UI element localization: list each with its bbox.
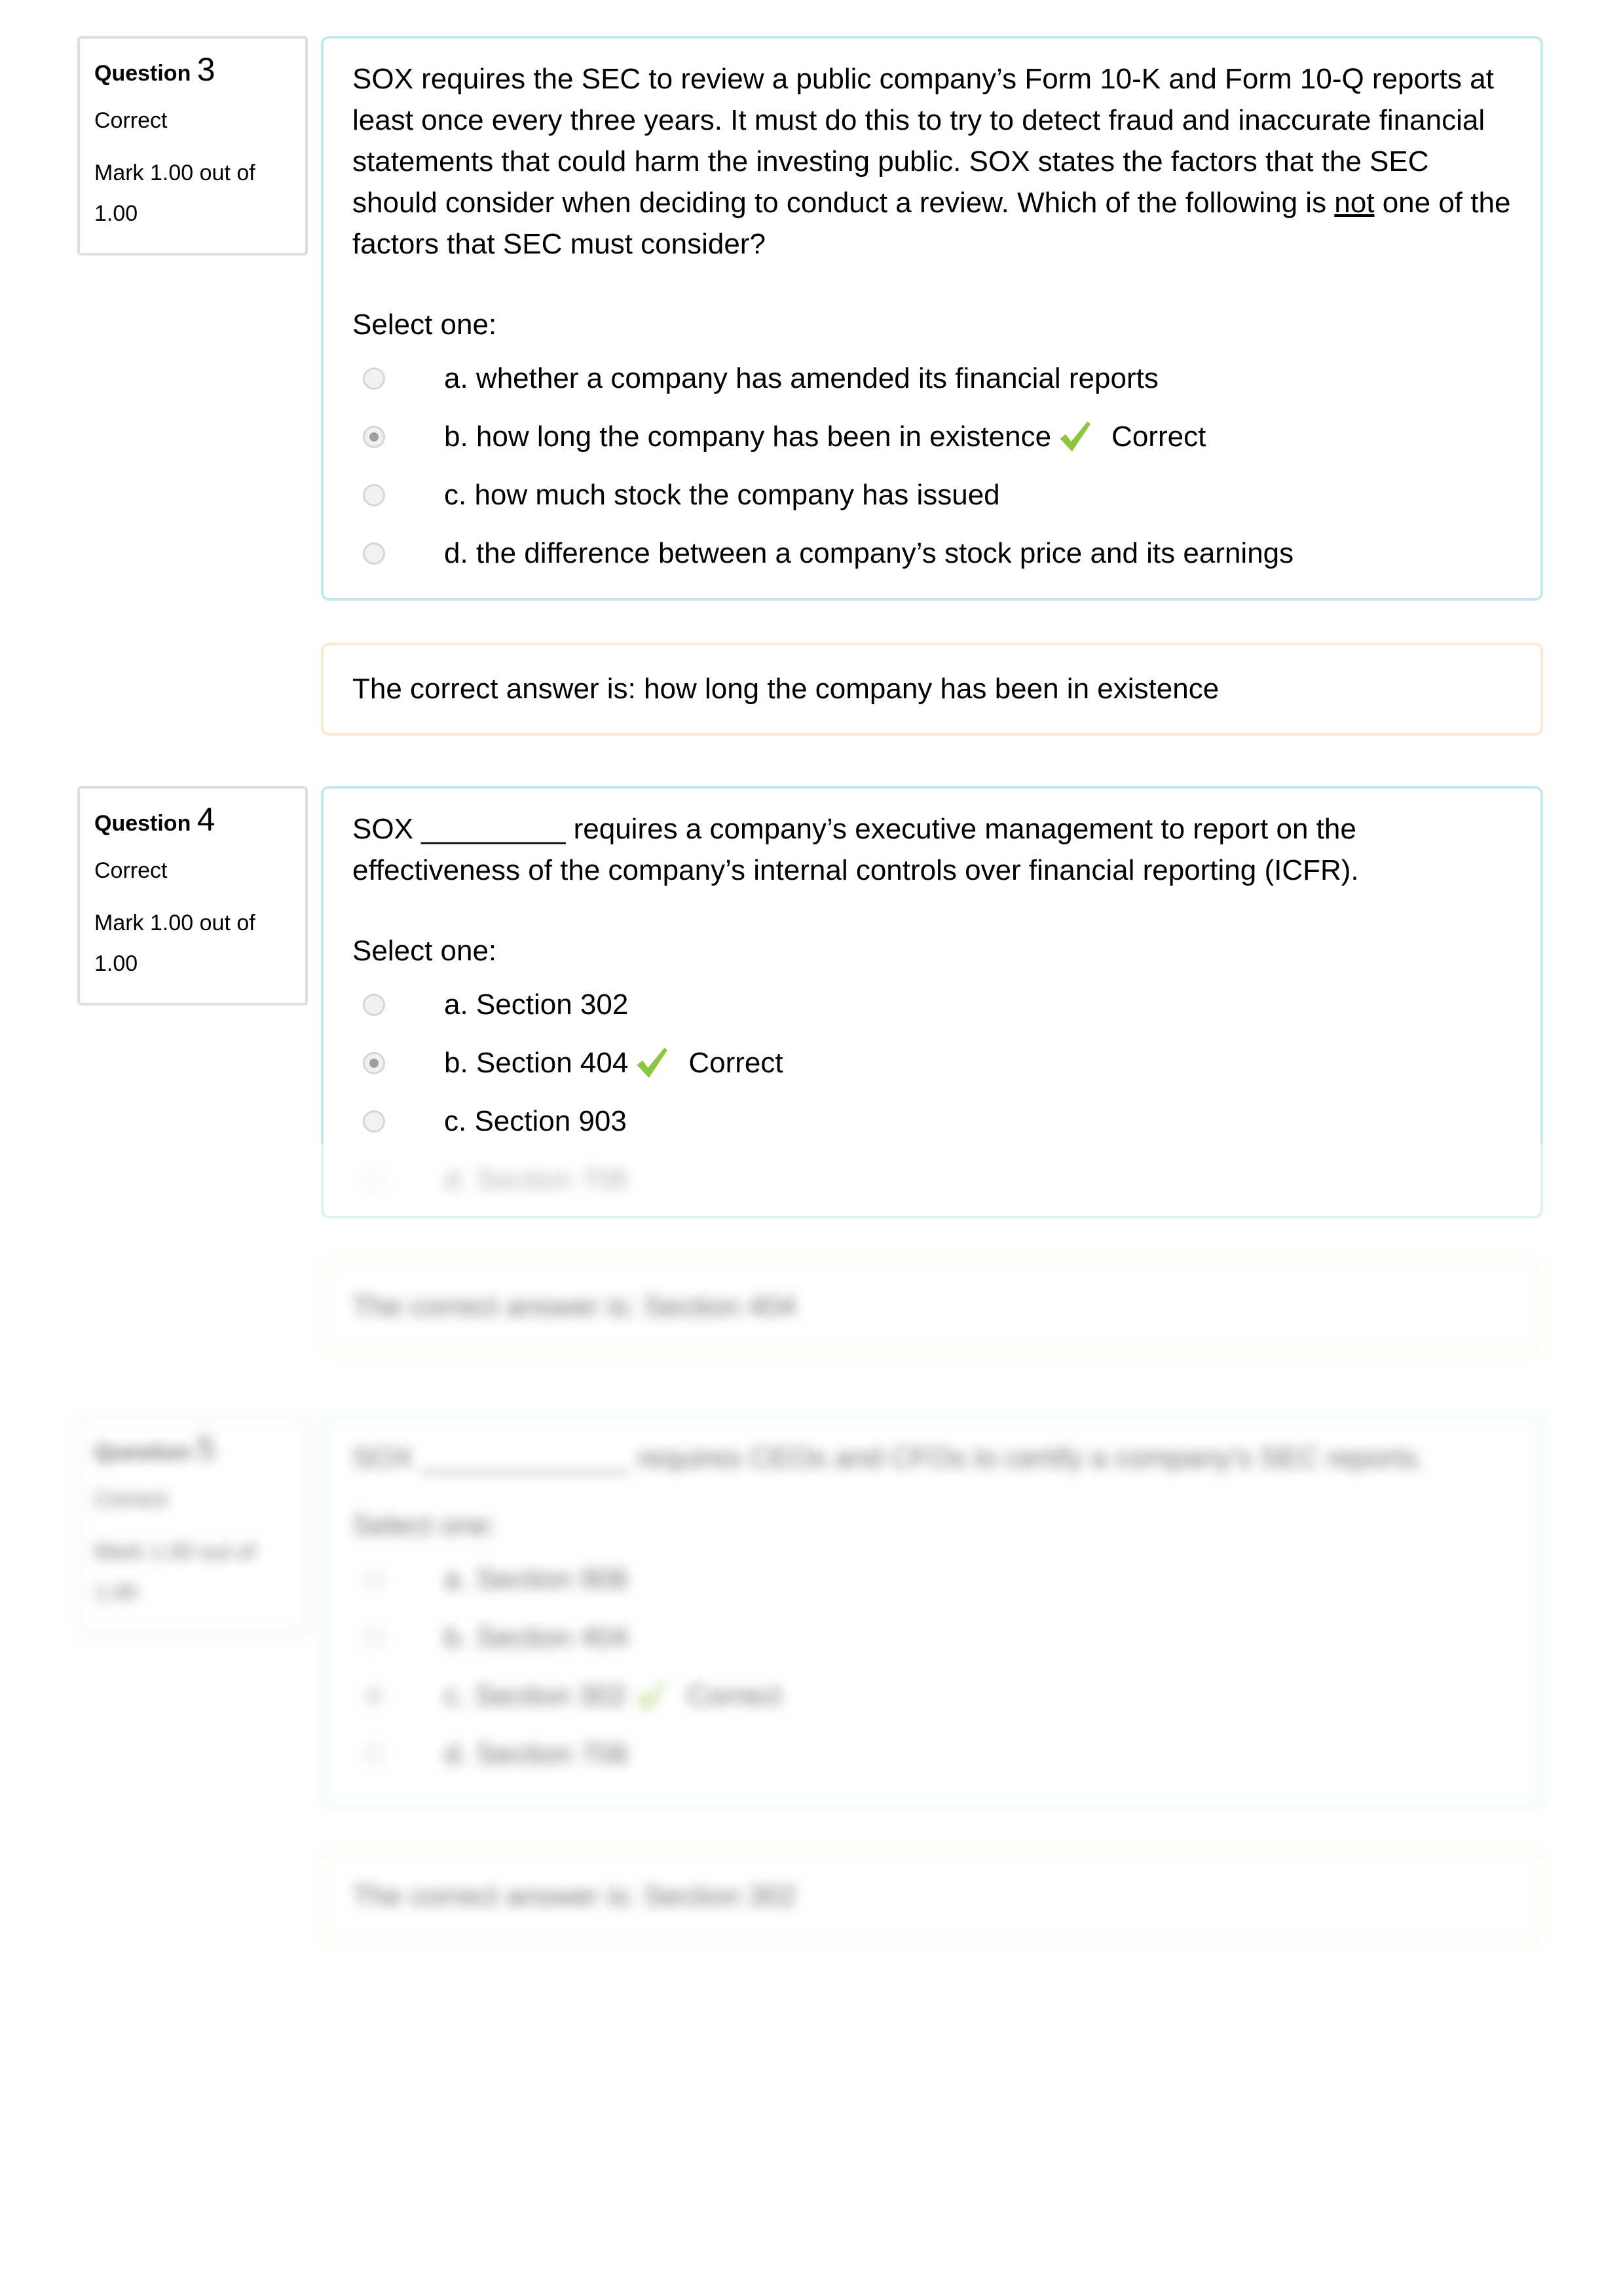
answer-option-a[interactable]: a. Section 302 [352, 975, 1512, 1034]
radio-button[interactable] [363, 1626, 385, 1649]
question-content: SOX _________ requires a company’s execu… [321, 786, 1543, 1353]
answer-options: a. Section 906 b. Section 404 c. Section… [352, 1550, 1512, 1783]
correct-answer-feedback: The correct answer is: how long the comp… [321, 643, 1543, 736]
answer-option-a[interactable]: a. whether a company has amended its fin… [352, 349, 1512, 407]
option-label: c. Section 302 [444, 1679, 627, 1712]
select-one-prompt: Select one: [352, 935, 497, 967]
emphasis-underline: not [1334, 187, 1375, 219]
checkmark-icon [635, 1680, 666, 1710]
radio-button[interactable] [363, 483, 385, 506]
question-info: Question 4 Correct Mark 1.00 out of 1.00 [77, 786, 308, 1006]
option-feedback: Correct [1111, 420, 1206, 453]
option-label: d. the difference between a company’s st… [444, 536, 1294, 569]
answer-options: a. whether a company has amended its fin… [352, 349, 1512, 582]
grade-line: Mark 1.00 out of [94, 160, 255, 185]
question-content: SOX requires the SEC to review a public … [321, 36, 1543, 736]
question-label: Question [94, 61, 191, 86]
question-text: SOX _________ requires a company’s execu… [352, 813, 1359, 886]
question-grade: Mark 1.00 out of 1.00 [94, 903, 291, 984]
right-answer-text: The correct answer is: Section 302 [352, 1880, 796, 1912]
radio-button-selected[interactable] [363, 1051, 385, 1074]
question-number: Question 4 [94, 803, 291, 840]
question-info: Question 5 Correct Mark 1.00 out of 1.00 [77, 1415, 308, 1634]
grade-line: Mark 1.00 out of [94, 1539, 255, 1564]
radio-dot [369, 432, 379, 442]
correct-answer-feedback: The correct answer is: Section 404 [321, 1260, 1543, 1353]
option-label: c. Section 903 [444, 1104, 627, 1137]
question-label: Question [94, 1440, 191, 1465]
option-label: a. whether a company has amended its fin… [444, 362, 1159, 394]
option-label: b. Section 404 [444, 1621, 629, 1653]
option-feedback: Correct [688, 1046, 783, 1079]
answer-option-c[interactable]: c. Section 903 [352, 1092, 1512, 1150]
option-feedback: Correct [686, 1679, 782, 1712]
question-label: Question [94, 811, 191, 836]
question-state: Correct [94, 108, 168, 133]
question-formulation: SOX requires the SEC to review a public … [321, 36, 1543, 601]
answer-option-c[interactable]: c. Section 302 Correct [352, 1666, 1512, 1725]
question-state: Correct [94, 858, 168, 883]
radio-button[interactable] [363, 993, 385, 1016]
radio-button[interactable] [363, 1568, 385, 1590]
answer-option-d[interactable]: d. Section 706 [352, 1725, 1512, 1783]
radio-button[interactable] [363, 1742, 385, 1765]
radio-dot [369, 1058, 379, 1068]
question-number-value: 3 [196, 51, 215, 88]
answer-option-b[interactable]: b. Section 404 Correct [352, 1034, 1512, 1092]
answer-option-b[interactable]: b. Section 404 [352, 1608, 1512, 1666]
answer-option-b[interactable]: b. how long the company has been in exis… [352, 407, 1512, 466]
preview-blur-overlay [314, 1143, 1552, 1241]
answer-option-d[interactable]: d. the difference between a company’s st… [352, 524, 1512, 582]
question-number: Question 3 [94, 53, 291, 90]
question-grade: Mark 1.00 out of 1.00 [94, 153, 291, 234]
answer-option-a[interactable]: a. Section 906 [352, 1550, 1512, 1608]
question-formulation: SOX _____________ requires CEOs and CFOs… [321, 1415, 1543, 1808]
grade-max: 1.00 [94, 1580, 138, 1605]
right-answer-text: The correct answer is: how long the comp… [352, 673, 1220, 705]
option-label: b. how long the company has been in exis… [444, 420, 1052, 453]
question-number: Question 5 [94, 1432, 291, 1469]
question-state: Correct [94, 1487, 168, 1512]
question-number-value: 4 [196, 801, 215, 838]
option-label: b. Section 404 [444, 1046, 629, 1079]
question-info: Question 3 Correct Mark 1.00 out of 1.00 [77, 36, 308, 255]
grade-max: 1.00 [94, 201, 138, 226]
checkmark-icon [637, 1047, 668, 1078]
right-answer-text: The correct answer is: Section 404 [352, 1290, 796, 1323]
checkmark-icon [1060, 421, 1090, 451]
radio-button[interactable] [363, 367, 385, 390]
option-label: c. how much stock the company has issued [444, 478, 1000, 511]
question-text: SOX requires the SEC to review a public … [352, 58, 1512, 265]
radio-button[interactable] [363, 542, 385, 565]
question-grade: Mark 1.00 out of 1.00 [94, 1532, 291, 1613]
question-text-part: SOX requires the SEC to review a public … [352, 63, 1494, 219]
question-content: SOX _____________ requires CEOs and CFOs… [321, 1415, 1543, 1943]
option-label: d. Section 706 [444, 1737, 629, 1770]
correct-answer-feedback: The correct answer is: Section 302 [321, 1850, 1543, 1943]
option-label: a. Section 302 [444, 988, 629, 1021]
question-text: SOX _____________ requires CEOs and CFOs… [352, 1442, 1425, 1474]
radio-dot [369, 1691, 379, 1701]
answer-option-c[interactable]: c. how much stock the company has issued [352, 466, 1512, 524]
question-number-value: 5 [196, 1430, 215, 1467]
radio-button-selected[interactable] [363, 1684, 385, 1707]
select-one-prompt: Select one: [352, 309, 497, 341]
grade-line: Mark 1.00 out of [94, 911, 255, 935]
radio-button-selected[interactable] [363, 425, 385, 448]
radio-button[interactable] [363, 1110, 385, 1133]
select-one-prompt: Select one: [352, 1509, 497, 1541]
option-label: a. Section 906 [444, 1562, 629, 1595]
grade-max: 1.00 [94, 951, 138, 976]
